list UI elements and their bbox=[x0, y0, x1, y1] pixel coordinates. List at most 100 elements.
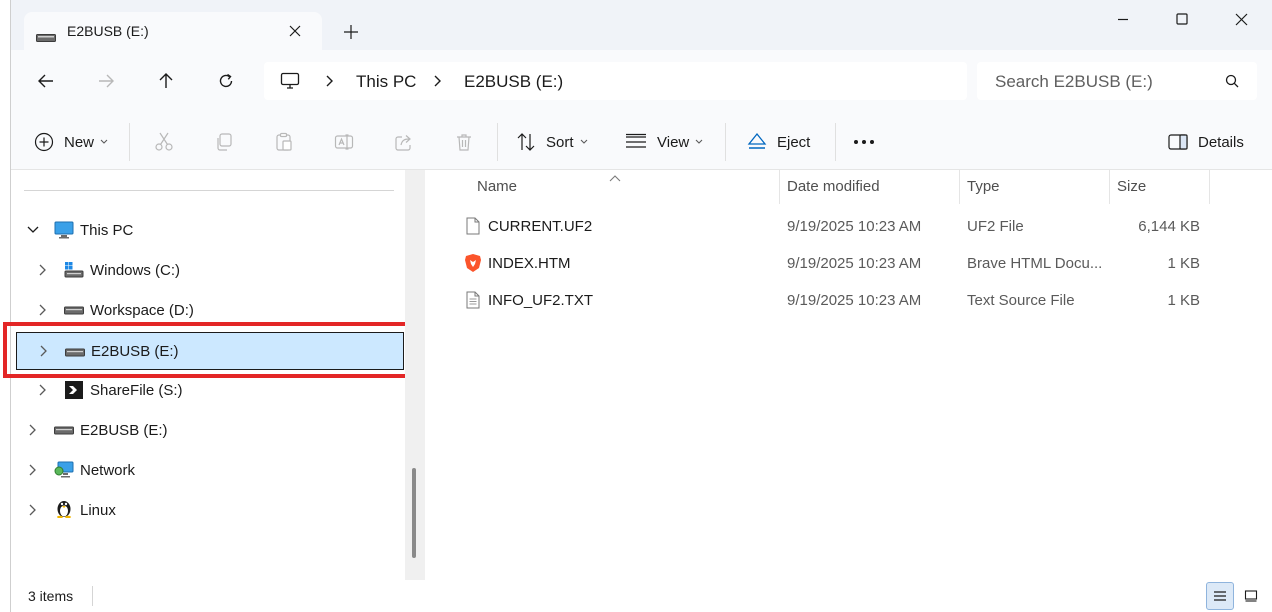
navigation-pane: This PC Windows (C:) Workspace (D:) E2BU… bbox=[3, 170, 425, 580]
nav-scrollbar[interactable] bbox=[405, 170, 425, 580]
nav-item-network[interactable]: Network bbox=[15, 453, 405, 487]
file-row[interactable]: INFO_UF2.TXT 9/19/2025 10:23 AM Text Sou… bbox=[455, 284, 1215, 316]
text-file-icon bbox=[464, 290, 482, 310]
tab-e2busb[interactable]: E2BUSB (E:) bbox=[24, 12, 322, 50]
file-type: Brave HTML Docu... bbox=[967, 255, 1103, 272]
file-list-pane: Name Date modified Type Size CURRENT.UF2… bbox=[425, 170, 1272, 580]
close-tab-icon[interactable] bbox=[285, 21, 305, 41]
usb-drive-icon bbox=[36, 29, 56, 45]
nav-label: Workspace (D:) bbox=[90, 302, 194, 319]
column-divider[interactable] bbox=[1209, 170, 1210, 204]
eject-button[interactable]: Eject bbox=[747, 129, 810, 155]
column-header-size[interactable]: Size bbox=[1117, 178, 1146, 198]
status-bar: 3 items bbox=[11, 580, 1272, 612]
details-button[interactable]: Details bbox=[1168, 129, 1244, 155]
search-input[interactable]: Search E2BUSB (E:) bbox=[977, 62, 1257, 100]
back-button[interactable] bbox=[31, 66, 61, 96]
chevron-right-icon[interactable] bbox=[25, 422, 41, 438]
nav-item-windows-c[interactable]: Windows (C:) bbox=[15, 253, 405, 287]
sort-button[interactable]: Sort bbox=[516, 129, 588, 155]
column-divider[interactable] bbox=[959, 170, 960, 204]
nav-label: ShareFile (S:) bbox=[90, 382, 183, 399]
address-row: This PC E2BUSB (E:) Search E2BUSB (E:) bbox=[11, 50, 1272, 112]
status-divider bbox=[92, 586, 93, 606]
delete-icon[interactable] bbox=[453, 131, 475, 153]
nav-item-sharefile-s[interactable]: ShareFile (S:) bbox=[15, 373, 405, 407]
more-options-button[interactable] bbox=[853, 129, 875, 155]
linux-penguin-icon bbox=[54, 499, 74, 518]
nav-item-linux[interactable]: Linux bbox=[15, 493, 405, 527]
divider bbox=[725, 123, 726, 161]
breadcrumb-this-pc[interactable]: This PC bbox=[356, 72, 416, 92]
usb-drive-icon bbox=[54, 421, 74, 439]
monitor-icon bbox=[54, 221, 74, 239]
sort-ascending-icon bbox=[609, 170, 621, 186]
close-window-button[interactable] bbox=[1218, 6, 1264, 32]
search-placeholder: Search E2BUSB (E:) bbox=[995, 72, 1153, 91]
nav-label: Network bbox=[80, 462, 136, 479]
divider bbox=[835, 123, 836, 161]
file-date: 9/19/2025 10:23 AM bbox=[787, 255, 922, 272]
chevron-right-icon[interactable] bbox=[324, 74, 334, 91]
divider bbox=[129, 123, 130, 161]
file-size: 1 KB bbox=[1167, 292, 1200, 309]
minimize-button[interactable] bbox=[1100, 6, 1146, 32]
nav-item-this-pc[interactable]: This PC bbox=[15, 213, 405, 247]
nav-label: Windows (C:) bbox=[90, 262, 181, 279]
chevron-down-icon bbox=[695, 139, 703, 144]
highlight-annotation-box bbox=[3, 322, 416, 378]
column-divider[interactable] bbox=[1109, 170, 1110, 204]
copy-icon[interactable] bbox=[213, 131, 235, 153]
eject-icon bbox=[747, 132, 767, 149]
refresh-button[interactable] bbox=[211, 66, 241, 96]
cut-icon[interactable] bbox=[153, 131, 175, 153]
search-icon bbox=[1225, 74, 1239, 91]
column-divider[interactable] bbox=[779, 170, 780, 204]
computer-icon bbox=[280, 71, 300, 94]
file-name: INFO_UF2.TXT bbox=[488, 292, 594, 309]
file-type: Text Source File bbox=[967, 292, 1075, 309]
file-row[interactable]: CURRENT.UF2 9/19/2025 10:23 AM UF2 File … bbox=[455, 210, 1215, 242]
scrollbar-thumb[interactable] bbox=[412, 468, 416, 558]
column-header-name[interactable]: Name bbox=[477, 178, 517, 198]
share-icon[interactable] bbox=[393, 131, 415, 153]
address-bar[interactable]: This PC E2BUSB (E:) bbox=[264, 62, 967, 100]
file-type: UF2 File bbox=[967, 218, 1024, 235]
view-button[interactable]: View bbox=[625, 129, 703, 155]
chevron-right-icon[interactable] bbox=[35, 302, 51, 318]
forward-button[interactable] bbox=[91, 66, 121, 96]
chevron-right-icon[interactable] bbox=[25, 462, 41, 478]
file-name: CURRENT.UF2 bbox=[488, 218, 593, 235]
file-name: INDEX.HTM bbox=[488, 255, 571, 272]
rename-icon[interactable] bbox=[333, 131, 355, 153]
details-pane-icon bbox=[1168, 134, 1188, 150]
file-date: 9/19/2025 10:23 AM bbox=[787, 292, 922, 309]
nav-item-e2busb-root[interactable]: E2BUSB (E:) bbox=[15, 413, 405, 447]
breadcrumb-e2busb[interactable]: E2BUSB (E:) bbox=[464, 72, 563, 92]
chevron-down-icon[interactable] bbox=[25, 222, 41, 238]
nav-label: E2BUSB (E:) bbox=[80, 422, 168, 439]
details-view-button[interactable] bbox=[1206, 582, 1234, 610]
chevron-right-icon[interactable] bbox=[25, 502, 41, 518]
chevron-right-icon[interactable] bbox=[35, 382, 51, 398]
chevron-right-icon[interactable] bbox=[432, 74, 442, 91]
column-header-date[interactable]: Date modified bbox=[787, 178, 880, 198]
paste-icon[interactable] bbox=[273, 131, 295, 153]
file-size: 1 KB bbox=[1167, 255, 1200, 272]
divider bbox=[497, 123, 498, 161]
new-button[interactable]: New bbox=[34, 129, 108, 155]
up-button[interactable] bbox=[151, 66, 181, 96]
title-bar: E2BUSB (E:) bbox=[11, 0, 1272, 50]
nav-label-this-pc: This PC bbox=[80, 222, 134, 239]
chevron-right-icon[interactable] bbox=[35, 262, 51, 278]
column-header-type[interactable]: Type bbox=[967, 178, 1000, 198]
maximize-button[interactable] bbox=[1159, 6, 1205, 32]
more-icon bbox=[854, 140, 874, 144]
plus-circle-icon bbox=[34, 132, 54, 152]
drive-icon bbox=[64, 301, 84, 319]
nav-divider bbox=[24, 190, 394, 191]
new-tab-button[interactable] bbox=[340, 21, 362, 43]
file-row[interactable]: INDEX.HTM 9/19/2025 10:23 AM Brave HTML … bbox=[455, 247, 1215, 279]
tab-title: E2BUSB (E:) bbox=[67, 23, 149, 39]
large-icons-view-button[interactable] bbox=[1237, 582, 1265, 610]
